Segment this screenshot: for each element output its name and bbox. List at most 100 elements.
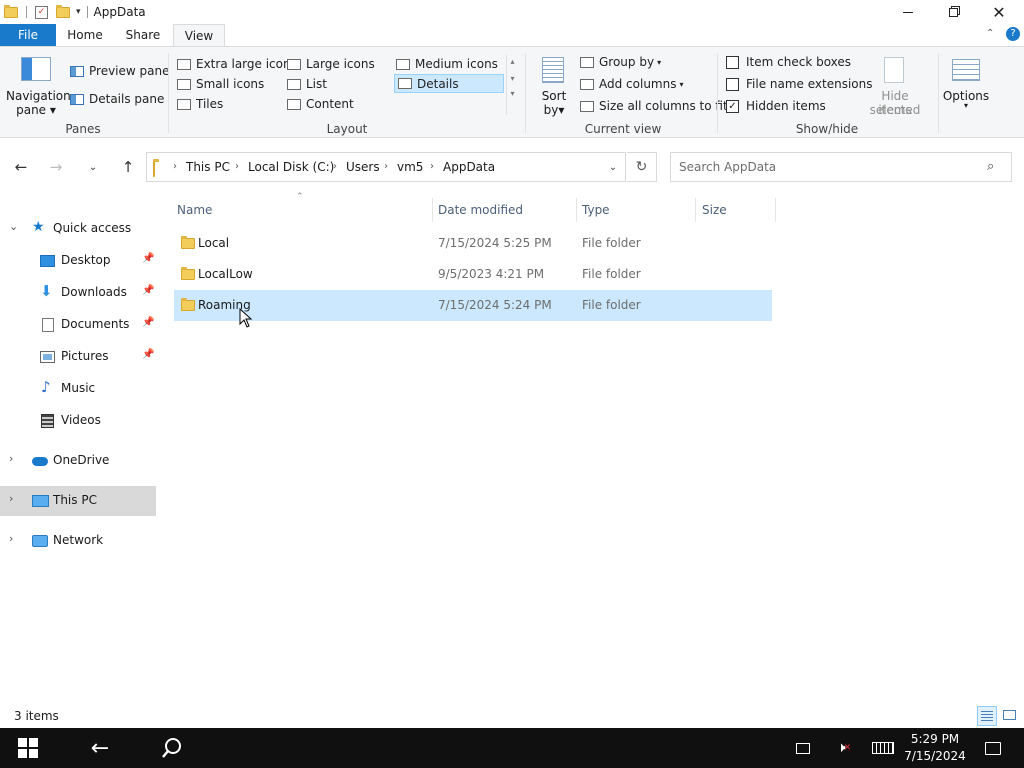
layout-tiles[interactable]: Tiles	[177, 97, 223, 111]
minimize-button[interactable]	[885, 0, 931, 24]
breadcrumb-users[interactable]: Users	[346, 153, 380, 181]
tab-home[interactable]: Home	[60, 24, 110, 46]
item-check-boxes-toggle[interactable]: Item check boxes	[726, 55, 851, 69]
nav-documents[interactable]: Documents 📌	[0, 310, 156, 340]
new-folder-icon[interactable]	[56, 4, 70, 18]
touch-keyboard-icon[interactable]	[868, 728, 898, 768]
properties-icon[interactable]: ✓	[35, 5, 48, 19]
recent-locations-button[interactable]: ⌄	[82, 156, 104, 178]
table-row-selected[interactable]: Roaming 7/15/2024 5:24 PM File folder	[174, 290, 772, 321]
refresh-button[interactable]: ↻	[627, 152, 657, 182]
column-header-name[interactable]: Name	[177, 198, 212, 222]
nav-network[interactable]: › Network	[0, 526, 156, 556]
layout-details[interactable]: Details	[394, 74, 504, 93]
nav-quick-access[interactable]: ⌄ ★ Quick access	[0, 214, 156, 244]
customize-toolbar-icon[interactable]: ▾	[76, 7, 81, 17]
scroll-down-icon[interactable]: ▾	[507, 74, 518, 83]
details-pane-button[interactable]: Details pane	[70, 92, 164, 106]
address-bar[interactable]: › This PC › Local Disk (C:) › Users › vm…	[146, 152, 626, 182]
clock-date[interactable]: 7/15/2024	[900, 749, 970, 763]
navigation-pane-button[interactable]: Navigation pane ▾	[6, 53, 71, 117]
column-header-date-modified[interactable]: Date modified	[438, 198, 523, 222]
search-box[interactable]: ⌕	[670, 152, 1012, 182]
hidden-items-checkbox[interactable]: ✓	[726, 99, 739, 113]
file-name-extensions-toggle[interactable]: File name extensions	[726, 77, 873, 91]
chevron-right-icon[interactable]: ›	[9, 492, 13, 505]
group-by-button[interactable]: Group by ▾	[580, 55, 661, 69]
back-button[interactable]: ←	[10, 156, 32, 178]
large-icons-view-button[interactable]	[1000, 706, 1020, 726]
breadcrumb-vm5[interactable]: vm5	[397, 153, 423, 181]
layout-small-icons[interactable]: Small icons	[177, 77, 264, 91]
breadcrumb-appdata[interactable]: AppData	[443, 153, 495, 181]
tab-share[interactable]: Share	[116, 24, 170, 46]
search-input[interactable]	[679, 153, 979, 181]
breadcrumb-this-pc[interactable]: This PC	[186, 153, 230, 181]
volume-muted-icon[interactable]: 🕨 ✕	[830, 728, 858, 768]
column-divider[interactable]	[576, 198, 577, 222]
breadcrumb-local-disk[interactable]: Local Disk (C:)	[248, 153, 334, 181]
network-status-icon[interactable]	[790, 728, 816, 768]
close-button[interactable]: ✕	[976, 0, 1022, 24]
breadcrumb-separator-icon[interactable]: ›	[333, 153, 337, 181]
nav-music[interactable]: ♪ Music	[0, 374, 156, 404]
details-view-button[interactable]	[977, 706, 997, 726]
restore-button[interactable]	[930, 0, 976, 24]
column-header-size[interactable]: Size	[702, 198, 727, 222]
breadcrumb-separator-icon[interactable]: ›	[384, 153, 388, 181]
nav-this-pc[interactable]: › This PC	[0, 486, 156, 516]
start-button[interactable]	[0, 728, 56, 768]
chevron-right-icon[interactable]: ›	[9, 532, 13, 545]
preview-pane-button[interactable]: Preview pane	[70, 64, 169, 78]
folder-icon	[181, 298, 195, 311]
pin-icon[interactable]: 📌	[142, 285, 154, 296]
size-all-columns-button[interactable]: Size all columns to fit	[580, 99, 728, 113]
tab-view[interactable]: View	[173, 24, 225, 46]
column-header-type[interactable]: Type	[582, 198, 610, 222]
pin-icon[interactable]: 📌	[142, 349, 154, 360]
table-row[interactable]: Local 7/15/2024 5:25 PM File folder	[174, 228, 772, 259]
chevron-right-icon[interactable]: ›	[9, 452, 13, 465]
hidden-items-toggle[interactable]: ✓ Hidden items	[726, 99, 826, 113]
tab-file[interactable]: File	[0, 24, 56, 46]
sort-by-button[interactable]: Sort by▾	[536, 55, 572, 119]
hide-selected-items-button[interactable]: Hide selected items	[856, 55, 934, 119]
nav-videos[interactable]: Videos	[0, 406, 156, 436]
search-icon[interactable]: ⌕	[987, 159, 994, 174]
chevron-down-icon[interactable]: ⌄	[9, 220, 18, 233]
action-center-button[interactable]	[978, 728, 1008, 768]
scroll-up-icon[interactable]: ▴	[507, 57, 518, 66]
taskbar-back-button[interactable]: ←	[76, 728, 124, 768]
add-columns-button[interactable]: Add columns ▾	[580, 77, 684, 91]
table-row[interactable]: LocalLow 9/5/2023 4:21 PM File folder	[174, 259, 772, 290]
column-divider[interactable]	[775, 198, 776, 222]
nav-desktop[interactable]: Desktop 📌	[0, 246, 156, 276]
layout-large-icons[interactable]: Large icons	[287, 57, 375, 71]
item-check-boxes-checkbox[interactable]	[726, 55, 739, 69]
layout-gallery-scroll[interactable]: ▴ ▾ ▾	[506, 55, 518, 115]
breadcrumb-separator-icon[interactable]: ›	[173, 153, 177, 181]
gallery-more-icon[interactable]: ▾	[507, 89, 518, 98]
forward-button[interactable]: →	[45, 156, 67, 178]
clock-time[interactable]: 5:29 PM	[900, 732, 970, 746]
pin-icon[interactable]: 📌	[142, 317, 154, 328]
collapse-ribbon-icon[interactable]: ⌃	[986, 28, 994, 39]
up-button[interactable]: ↑	[117, 156, 139, 178]
file-name-extensions-checkbox[interactable]	[726, 77, 739, 91]
breadcrumb-separator-icon[interactable]: ›	[235, 153, 239, 181]
column-divider[interactable]	[432, 198, 433, 222]
help-icon[interactable]: ?	[1006, 27, 1020, 41]
column-divider[interactable]	[695, 198, 696, 222]
nav-downloads[interactable]: ⬇ Downloads 📌	[0, 278, 156, 308]
options-button[interactable]: Options ▾	[940, 55, 992, 119]
layout-content[interactable]: Content	[287, 97, 354, 111]
taskbar-search-button[interactable]	[148, 728, 196, 768]
pin-icon[interactable]: 📌	[142, 253, 154, 264]
layout-list[interactable]: List	[287, 77, 327, 91]
layout-medium-icons[interactable]: Medium icons	[396, 57, 498, 71]
nav-pictures[interactable]: Pictures 📌	[0, 342, 156, 372]
nav-onedrive[interactable]: › OneDrive	[0, 446, 156, 476]
breadcrumb-separator-icon[interactable]: ›	[430, 153, 434, 181]
layout-extra-large-icons[interactable]: Extra large icons	[177, 57, 297, 71]
address-history-dropdown[interactable]: ⌄	[600, 152, 626, 182]
